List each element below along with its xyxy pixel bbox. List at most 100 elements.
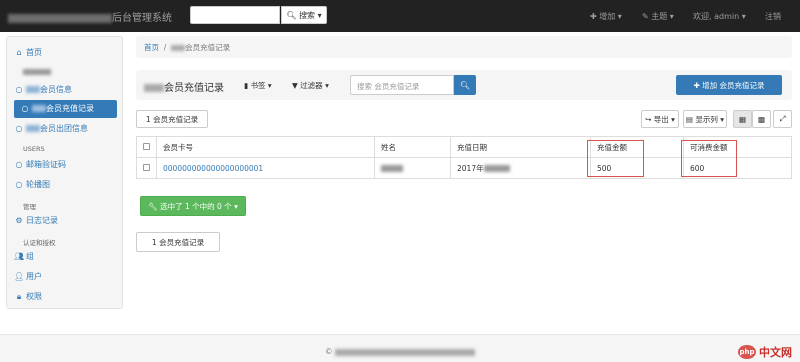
date-cell: 2017年 xyxy=(450,157,591,179)
share-icon: ↪ xyxy=(645,114,652,124)
record-count-badge: 1 会员充值记录 xyxy=(136,110,208,128)
card-number-cell[interactable]: 000000000000000000001 xyxy=(156,157,375,179)
bookmark-menu[interactable]: ▮ 书签 ▾ xyxy=(244,80,272,91)
grid-view-button[interactable]: ▩ xyxy=(752,110,771,128)
sidebar-item-label: 日志记录 xyxy=(26,216,58,225)
theme-menu[interactable]: ✎ 主题 ▾ xyxy=(642,11,674,22)
blurred-prefix xyxy=(171,45,186,51)
watermark-logo: php xyxy=(738,345,756,359)
columns-icon: ▤ xyxy=(685,114,694,124)
select-all-cell[interactable] xyxy=(136,136,157,158)
plus-icon: ✚ xyxy=(590,12,597,21)
breadcrumb-separator: / xyxy=(163,43,167,52)
sidebar-item-permissions[interactable]: 🔒︎ 权限 xyxy=(14,288,42,306)
lock-icon: 🔒︎ xyxy=(16,292,22,301)
filter-menu[interactable]: ▼ 过滤器 ▾ xyxy=(292,80,329,91)
filter-label: 过滤器 xyxy=(300,81,323,90)
highlight-box-spendable xyxy=(681,140,737,177)
blurred-prefix xyxy=(144,84,164,92)
logout-link[interactable]: 注销 xyxy=(765,11,781,22)
row-checkbox[interactable] xyxy=(143,163,150,171)
sidebar-item-label: 轮播图 xyxy=(26,180,50,189)
sidebar-item-member-info[interactable]: ○ 会员信息 xyxy=(14,81,73,99)
theme-menu-label: 主题 xyxy=(651,12,668,21)
sidebar-item-logs[interactable]: ⚙ 日志记录 xyxy=(14,212,58,230)
circle-icon: ○ xyxy=(15,160,23,169)
watermark-text: 中文网 xyxy=(759,346,792,359)
brand-blurred-name xyxy=(8,13,112,23)
sidebar-item-label: 会员信息 xyxy=(40,85,72,94)
plus-icon: ✚ xyxy=(693,80,700,90)
welcome-text: 欢迎, admin xyxy=(693,12,740,21)
sidebar-item-home[interactable]: ⌂ 首页 xyxy=(14,44,42,62)
th-icon: ▩ xyxy=(757,114,766,124)
column-header[interactable]: 会员卡号 xyxy=(156,136,375,158)
add-menu[interactable]: ✚ 增加 ▾ xyxy=(590,11,622,22)
sidebar-item-email-code[interactable]: ○ 邮箱验证码 xyxy=(14,156,67,174)
user-menu[interactable]: 欢迎, admin ▾ xyxy=(693,11,746,22)
sidebar-item-tour-info[interactable]: ○ 会员出团信息 xyxy=(14,120,89,138)
sidebar-item-label: 邮箱验证码 xyxy=(26,160,66,169)
fullscreen-icon: ⤢ xyxy=(779,114,786,123)
cog-icon: ⚙ xyxy=(15,216,23,225)
sidebar-item-label: 首页 xyxy=(26,48,42,57)
home-icon: ⌂ xyxy=(16,48,22,57)
columns-button[interactable]: ▤ 显示列 ▾ xyxy=(683,110,727,128)
sidebar-section-users: USERS xyxy=(23,145,45,153)
sidebar-item-users[interactable]: 👤︎ 用户 xyxy=(14,268,42,286)
breadcrumb-home[interactable]: 首页 xyxy=(144,43,159,52)
bulk-action-button[interactable]: 🔧︎ 选中了 1 个中的 0 个 ▾ xyxy=(140,196,246,216)
search-icon: 🔍︎ xyxy=(459,80,471,90)
list-search-input[interactable]: 搜索 会员充值记录 xyxy=(350,75,454,95)
columns-label: 显示列 xyxy=(695,114,718,124)
caret-down-icon: ▾ xyxy=(720,114,725,124)
sidebar-item-label: 用户 xyxy=(26,272,42,281)
caret-down-icon: ▾ xyxy=(267,81,272,90)
copyright-symbol: © xyxy=(325,347,333,356)
column-header[interactable]: 充值日期 xyxy=(450,136,591,158)
caret-down-icon: ▾ xyxy=(617,12,622,21)
export-button[interactable]: ↪ 导出 ▾ xyxy=(641,110,679,128)
list-view-button[interactable]: ▦ xyxy=(733,110,752,128)
sidebar-item-groups[interactable]: 👥︎ 组 xyxy=(14,248,34,266)
sidebar-section-blurred xyxy=(23,69,51,75)
sidebar-section-manage: 管理 xyxy=(23,203,36,211)
list-search-button[interactable]: 🔍︎ xyxy=(454,75,476,95)
add-menu-label: 增加 xyxy=(599,12,616,21)
sidebar-section-auth: 认证和授权 xyxy=(23,239,56,247)
user-icon: 👤︎ xyxy=(14,272,25,281)
navbar-search-input[interactable] xyxy=(190,6,280,24)
card-number-link[interactable]: 000000000000000000001 xyxy=(163,164,263,173)
blurred-prefix xyxy=(32,105,46,112)
caret-down-icon: ▾ xyxy=(671,114,675,124)
page-title: 会员充值记录 xyxy=(144,79,224,94)
date-value: 2017年 xyxy=(457,163,484,173)
circle-icon: ○ xyxy=(15,124,23,133)
top-navbar: 后台管理系统 🔍︎ 搜索 ▾ ✚ 增加 ▾ ✎ 主题 ▾ 欢迎, admin ▾… xyxy=(0,0,800,32)
blurred-date xyxy=(483,165,510,172)
theme-icon: ✎ xyxy=(642,12,649,21)
blurred-name xyxy=(381,165,403,172)
brand[interactable]: 后台管理系统 xyxy=(8,9,172,24)
navbar-search-label: 搜索 xyxy=(299,10,316,20)
book-icon: ▮ xyxy=(244,81,249,90)
th-list-icon: ▦ xyxy=(738,114,747,124)
sidebar-item-label: 权限 xyxy=(26,292,42,301)
sidebar-item-recharge[interactable]: ○ 会员充值记录 xyxy=(14,100,117,118)
navbar-search-button[interactable]: 🔍︎ 搜索 ▾ xyxy=(281,6,327,24)
breadcrumb-current: 会员充值记录 xyxy=(185,43,231,52)
add-record-button[interactable]: ✚ 增加 会员充值记录 xyxy=(676,75,782,95)
highlight-box-amount xyxy=(587,140,644,177)
caret-down-icon: ▾ xyxy=(317,10,322,20)
row-select-cell[interactable] xyxy=(136,157,157,179)
sidebar-item-label: 组 xyxy=(26,252,34,261)
sidebar-item-carousel[interactable]: ○ 轮播图 xyxy=(14,176,51,194)
footer: © xyxy=(0,334,800,362)
column-header[interactable]: 姓名 xyxy=(374,136,451,158)
name-cell xyxy=(374,157,451,179)
search-icon: 🔍︎ xyxy=(286,10,297,20)
wrench-icon: 🔧︎ xyxy=(148,201,158,211)
fullscreen-button[interactable]: ⤢ xyxy=(773,110,792,128)
select-all-checkbox[interactable] xyxy=(143,142,150,150)
group-icon: 👥︎ xyxy=(14,252,25,261)
